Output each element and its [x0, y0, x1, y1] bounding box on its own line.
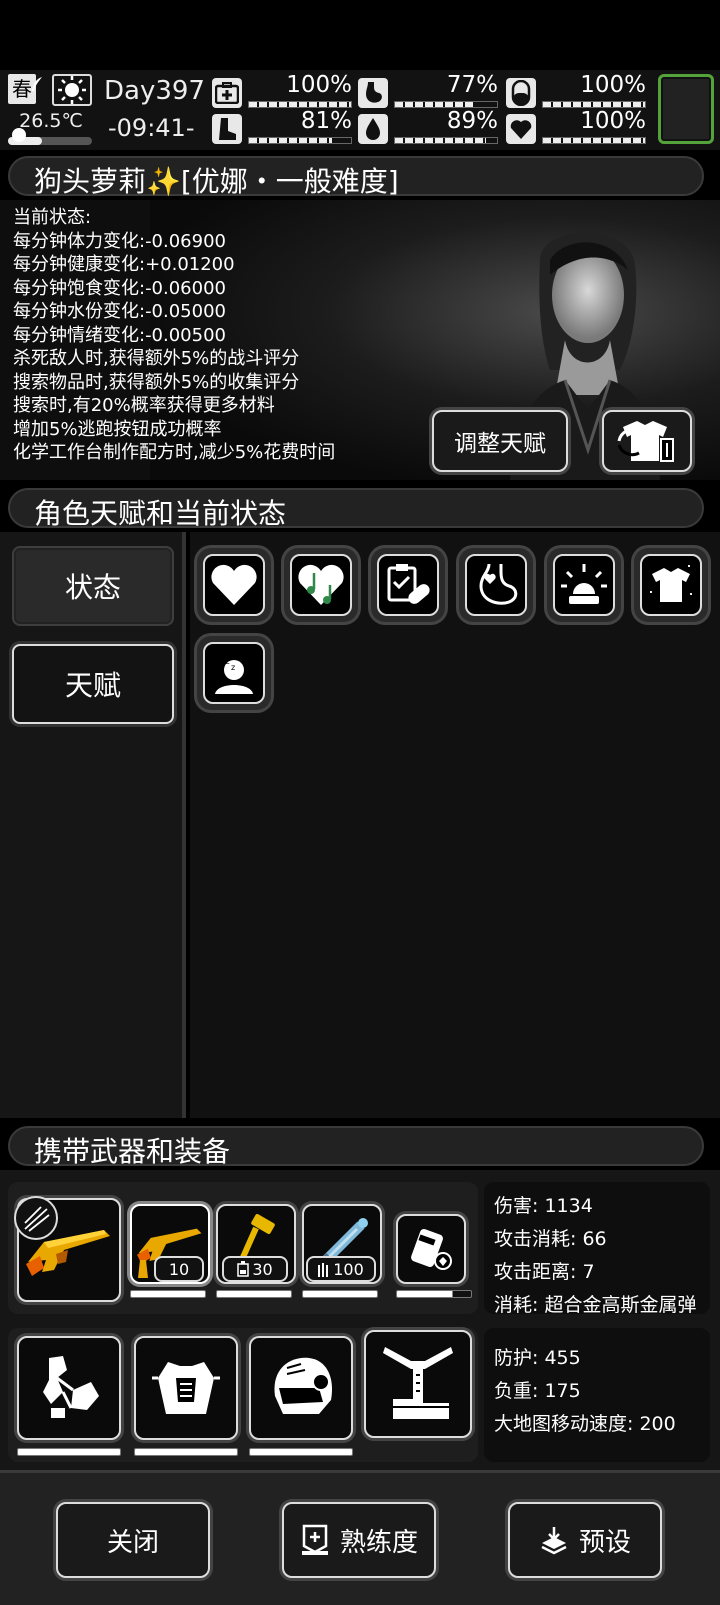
armor-slot-legs[interactable] [364, 1330, 472, 1438]
status-line: 杀死敌人时,获得额外5%的战斗评分 [13, 348, 300, 369]
weapon-durability-2 [216, 1290, 292, 1298]
armor-slot-arms[interactable] [17, 1336, 121, 1440]
tab-talent[interactable]: 天赋 [12, 644, 174, 724]
sleeping-person-icon: zzz [215, 651, 253, 694]
weapon-damage: 伤害: 1134 [494, 1195, 593, 1217]
proficiency-icon [301, 1524, 328, 1555]
svg-text:z: z [231, 663, 235, 672]
heart-icon [211, 564, 257, 605]
status-line: 每分钟饱食变化:-0.06000 [13, 277, 226, 299]
status-line: 搜索时,有20%概率获得更多材料 [13, 395, 275, 416]
accessory-slot[interactable] [396, 1214, 466, 1284]
weapon-range: 攻击距离: 7 [494, 1261, 595, 1283]
bullet-icon [134, 1258, 152, 1280]
armor-vest-icon [152, 1362, 220, 1414]
clipboard-pill-icon [387, 564, 430, 604]
quick-slot-button[interactable] [658, 74, 714, 144]
status-heart[interactable] [197, 548, 271, 622]
outfit-swap-icon [617, 421, 674, 462]
status-line: 化学工作台制作配方时,减少5%花费时间 [13, 442, 336, 463]
character-title: 狗头萝莉✨[优娜・一般难度] [34, 165, 399, 198]
weapon-durability-1 [130, 1290, 206, 1298]
stat-health: 100% [212, 72, 352, 108]
armor-slot-helmet[interactable] [249, 1336, 353, 1440]
day-counter: Day397 [104, 76, 205, 106]
status-clothing[interactable] [634, 548, 708, 622]
status-text-block: 当前状态: 每分钟体力变化:-0.06900 每分钟健康变化:+0.01200 … [13, 206, 433, 465]
capsule-icon [506, 78, 536, 108]
armor-durability-3 [249, 1448, 353, 1456]
status-line: 增加5%逃跑按钮成功概率 [13, 418, 222, 440]
weapon-info-box: 伤害: 1134 攻击消耗: 66 攻击距离: 7 消耗: 超合金高斯金属弹 [484, 1182, 710, 1316]
armor-defense: 防护: 455 [494, 1347, 581, 1369]
map-move-speed: 大地图移动速度: 200 [494, 1413, 676, 1435]
stat-satiety: 77% [358, 72, 498, 108]
battery-icon [237, 1261, 250, 1277]
stat-pill: 100% [506, 72, 646, 108]
status-stomach[interactable] [459, 548, 533, 622]
stat-mood: 100% [506, 108, 646, 144]
armor-info-box: 防护: 455 负重: 175 大地图移动速度: 200 [484, 1328, 710, 1462]
ammo-count-3: 100 [306, 1256, 376, 1282]
stat-stamina: 81% [212, 108, 352, 144]
ammo-clip-icon [318, 1263, 329, 1277]
status-line: 每分钟体力变化:-0.06900 [13, 230, 226, 252]
ammo-count-1: 10 [154, 1256, 204, 1282]
status-alarm[interactable] [547, 548, 621, 622]
weapon-attack-cost: 攻击消耗: 66 [494, 1228, 607, 1250]
equipment-title-bar: 携带武器和装备 [8, 1126, 704, 1168]
equipment-title: 携带武器和装备 [34, 1135, 231, 1168]
preset-button[interactable]: 预设 [508, 1502, 662, 1578]
water-drop-icon [358, 114, 388, 144]
armor-weight: 负重: 175 [494, 1380, 581, 1402]
talents-title: 角色天赋和当前状态 [34, 497, 287, 530]
svg-text:z: z [229, 651, 234, 661]
shirt-sparkle-icon [650, 565, 692, 602]
status-music-heart[interactable] [284, 548, 358, 622]
alarm-light-icon [561, 564, 607, 604]
weapon-durability-3 [302, 1290, 378, 1298]
stomach-heart-icon [479, 563, 518, 605]
ammo-count-2: 30 [222, 1256, 288, 1282]
heart-icon [506, 114, 536, 144]
status-line: 搜索物品时,获得额外5%的收集评分 [13, 371, 300, 393]
stat-water: 89% [358, 108, 498, 144]
proficiency-button[interactable]: 熟练度 [282, 1502, 436, 1578]
slash-icon[interactable] [14, 1196, 58, 1240]
armor-slot-chest[interactable] [134, 1336, 238, 1440]
shield-device-icon [411, 1229, 452, 1270]
weapon-ammo-type: 消耗: 超合金高斯金属弹 [494, 1294, 697, 1316]
status-line: 每分钟健康变化:+0.01200 [13, 254, 235, 275]
stomach-icon [358, 78, 388, 108]
music-heart-icon [298, 564, 344, 605]
helmet-icon [274, 1357, 333, 1414]
status-sleep[interactable]: zzz [197, 636, 271, 710]
armor-durability-1 [17, 1448, 121, 1456]
preset-download-icon [541, 1527, 567, 1555]
status-line: 每分钟情绪变化:-0.00500 [13, 324, 226, 346]
boot-icon [212, 114, 242, 144]
exoskeleton-legs-icon [383, 1347, 453, 1419]
feather-icon [30, 76, 44, 92]
status-medical[interactable] [371, 548, 445, 622]
change-outfit-button[interactable] [602, 410, 692, 472]
accessory-durability [396, 1290, 472, 1298]
talents-title-bar: 角色天赋和当前状态 [8, 488, 704, 530]
status-line: 每分钟水份变化:-0.05000 [13, 301, 226, 322]
temperature-knob [12, 128, 26, 142]
game-clock: -09:41- [108, 114, 195, 142]
tab-status[interactable]: 状态 [12, 546, 174, 626]
first-aid-icon [212, 78, 242, 108]
character-title-bar: 狗头萝莉✨[优娜・一般难度] [8, 156, 704, 198]
adjust-talent-button[interactable]: 调整天赋 [432, 410, 568, 472]
armor-durability-2 [134, 1448, 238, 1456]
status-header: 当前状态: [13, 207, 92, 228]
mech-arms-icon [43, 1356, 99, 1418]
close-button[interactable]: 关闭 [56, 1502, 210, 1578]
weather-sun-icon [52, 74, 92, 106]
